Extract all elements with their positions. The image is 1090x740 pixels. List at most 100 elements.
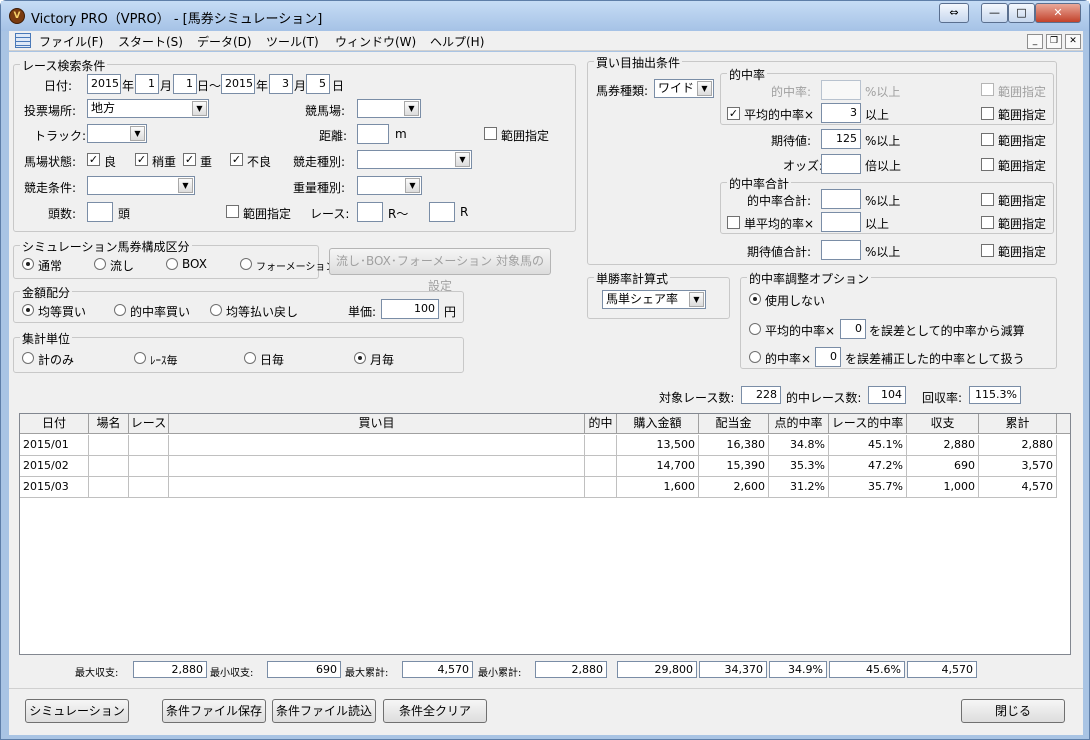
- unit-price-input[interactable]: 100: [381, 299, 439, 319]
- table-cell[interactable]: [169, 456, 585, 477]
- menu-tools[interactable]: ツール(T): [266, 33, 319, 50]
- table-cell[interactable]: 35.7%: [829, 477, 907, 498]
- menu-file[interactable]: ファイル(F): [39, 33, 103, 50]
- col-cumulative-header[interactable]: 累計: [979, 414, 1057, 434]
- amount-hitrate-radio[interactable]: [114, 304, 126, 316]
- agg-race-radio[interactable]: [134, 352, 146, 364]
- table-cell[interactable]: [169, 477, 585, 498]
- col-income-header[interactable]: 収支: [907, 414, 979, 434]
- table-cell[interactable]: 690: [907, 456, 979, 477]
- table-cell[interactable]: 1,600: [617, 477, 699, 498]
- col-purchase-header[interactable]: 購入金額: [617, 414, 699, 434]
- table-cell[interactable]: 31.2%: [769, 477, 829, 498]
- heads-input[interactable]: [87, 202, 113, 222]
- race-type-select[interactable]: ▼: [357, 150, 472, 169]
- table-cell[interactable]: [129, 435, 169, 456]
- table-cell[interactable]: 2015/02: [20, 456, 89, 477]
- back-arrow-button[interactable]: ⇔: [939, 3, 969, 23]
- from-year-input[interactable]: 2015: [87, 74, 121, 94]
- single-avg-input[interactable]: [821, 212, 861, 232]
- table-cell[interactable]: 2,600: [699, 477, 769, 498]
- col-hit-header[interactable]: 的中: [585, 414, 617, 434]
- chevron-down-icon[interactable]: ▼: [178, 178, 193, 193]
- table-cell[interactable]: 4,570: [979, 477, 1057, 498]
- mdi-minimize-button[interactable]: _: [1027, 34, 1043, 49]
- sim-nagashi-radio[interactable]: [94, 258, 106, 270]
- total-hit-range-checkbox[interactable]: [981, 193, 994, 206]
- table-cell[interactable]: 16,380: [699, 435, 769, 456]
- table-cell[interactable]: 14,700: [617, 456, 699, 477]
- table-cell[interactable]: [89, 435, 129, 456]
- from-day-input[interactable]: 1: [173, 74, 197, 94]
- table-cell[interactable]: 13,500: [617, 435, 699, 456]
- table-cell[interactable]: [89, 456, 129, 477]
- adjust-correct-radio[interactable]: [749, 351, 761, 363]
- table-cell[interactable]: 2015/01: [20, 435, 89, 456]
- distance-range-checkbox[interactable]: [484, 127, 497, 140]
- sim-normal-radio[interactable]: [22, 258, 34, 270]
- close-window-button[interactable]: ✕: [1035, 3, 1081, 23]
- table-cell[interactable]: 47.2%: [829, 456, 907, 477]
- condition-heavy-checkbox[interactable]: ✓: [183, 153, 196, 166]
- chevron-down-icon[interactable]: ▼: [404, 101, 419, 116]
- win-calc-select[interactable]: 馬単シェア率 ▼: [602, 290, 706, 309]
- table-cell[interactable]: [585, 456, 617, 477]
- table-cell[interactable]: 2015/03: [20, 477, 89, 498]
- table-cell[interactable]: 15,390: [699, 456, 769, 477]
- table-cell[interactable]: [89, 477, 129, 498]
- race-to-input[interactable]: [429, 202, 455, 222]
- expectation-input[interactable]: 125: [821, 129, 861, 149]
- weight-type-select[interactable]: ▼: [357, 176, 422, 195]
- agg-total-radio[interactable]: [22, 352, 34, 364]
- chevron-down-icon[interactable]: ▼: [455, 152, 470, 167]
- agg-day-radio[interactable]: [244, 352, 256, 364]
- amount-payout-radio[interactable]: [210, 304, 222, 316]
- adjust-correct-input[interactable]: 0: [815, 347, 841, 367]
- simulate-button[interactable]: シミュレーション: [25, 699, 129, 723]
- minimize-button[interactable]: —: [981, 3, 1008, 23]
- single-avg-range-checkbox[interactable]: [981, 216, 994, 229]
- target-horse-setting-button[interactable]: 流し･BOX･フォーメーション 対象馬の設定: [329, 248, 551, 293]
- table-cell[interactable]: 1,000: [907, 477, 979, 498]
- condition-good-checkbox[interactable]: ✓: [87, 153, 100, 166]
- chevron-down-icon[interactable]: ▼: [130, 126, 145, 141]
- expectation-range-checkbox[interactable]: [981, 133, 994, 146]
- save-conditions-button[interactable]: 条件ファイル保存: [162, 699, 266, 723]
- chevron-down-icon[interactable]: ▼: [192, 101, 207, 116]
- maximize-button[interactable]: □: [1008, 3, 1035, 23]
- to-year-input[interactable]: 2015: [221, 74, 255, 94]
- table-cell[interactable]: 34.8%: [769, 435, 829, 456]
- to-day-input[interactable]: 5: [306, 74, 330, 94]
- table-cell[interactable]: 35.3%: [769, 456, 829, 477]
- exp-total-input[interactable]: [821, 240, 861, 260]
- track-select[interactable]: ▼: [357, 99, 421, 118]
- single-avg-checkbox[interactable]: [727, 216, 740, 229]
- exp-total-range-checkbox[interactable]: [981, 244, 994, 257]
- from-month-input[interactable]: 1: [135, 74, 159, 94]
- table-cell[interactable]: 2,880: [907, 435, 979, 456]
- chevron-down-icon[interactable]: ▼: [697, 81, 712, 96]
- col-race-rate-header[interactable]: レース的中率: [829, 414, 907, 434]
- col-date-header[interactable]: 日付: [20, 414, 89, 434]
- menu-window[interactable]: ウィンドウ(W): [335, 33, 416, 50]
- table-cell[interactable]: 45.1%: [829, 435, 907, 456]
- results-table[interactable]: 日付 場名 レース 買い目 的中 購入金額 配当金 点的中率 レース的中率 収支…: [19, 413, 1071, 655]
- col-point-rate-header[interactable]: 点的中率: [769, 414, 829, 434]
- clear-conditions-button[interactable]: 条件全クリア: [383, 699, 487, 723]
- table-cell[interactable]: [129, 456, 169, 477]
- avg-hit-checkbox[interactable]: ✓: [727, 107, 740, 120]
- heads-range-checkbox[interactable]: [226, 205, 239, 218]
- table-cell[interactable]: [129, 477, 169, 498]
- col-payout-header[interactable]: 配当金: [699, 414, 769, 434]
- col-ticket-header[interactable]: 買い目: [169, 414, 585, 434]
- menu-help[interactable]: ヘルプ(H): [430, 33, 484, 50]
- table-cell[interactable]: 2,880: [979, 435, 1057, 456]
- table-cell[interactable]: 3,570: [979, 456, 1057, 477]
- odds-input[interactable]: [821, 154, 861, 174]
- to-month-input[interactable]: 3: [269, 74, 293, 94]
- load-conditions-button[interactable]: 条件ファイル読込: [272, 699, 376, 723]
- hit-rate-input[interactable]: [821, 80, 861, 100]
- sim-formation-radio[interactable]: [240, 258, 252, 270]
- agg-month-radio[interactable]: [354, 352, 366, 364]
- odds-range-checkbox[interactable]: [981, 158, 994, 171]
